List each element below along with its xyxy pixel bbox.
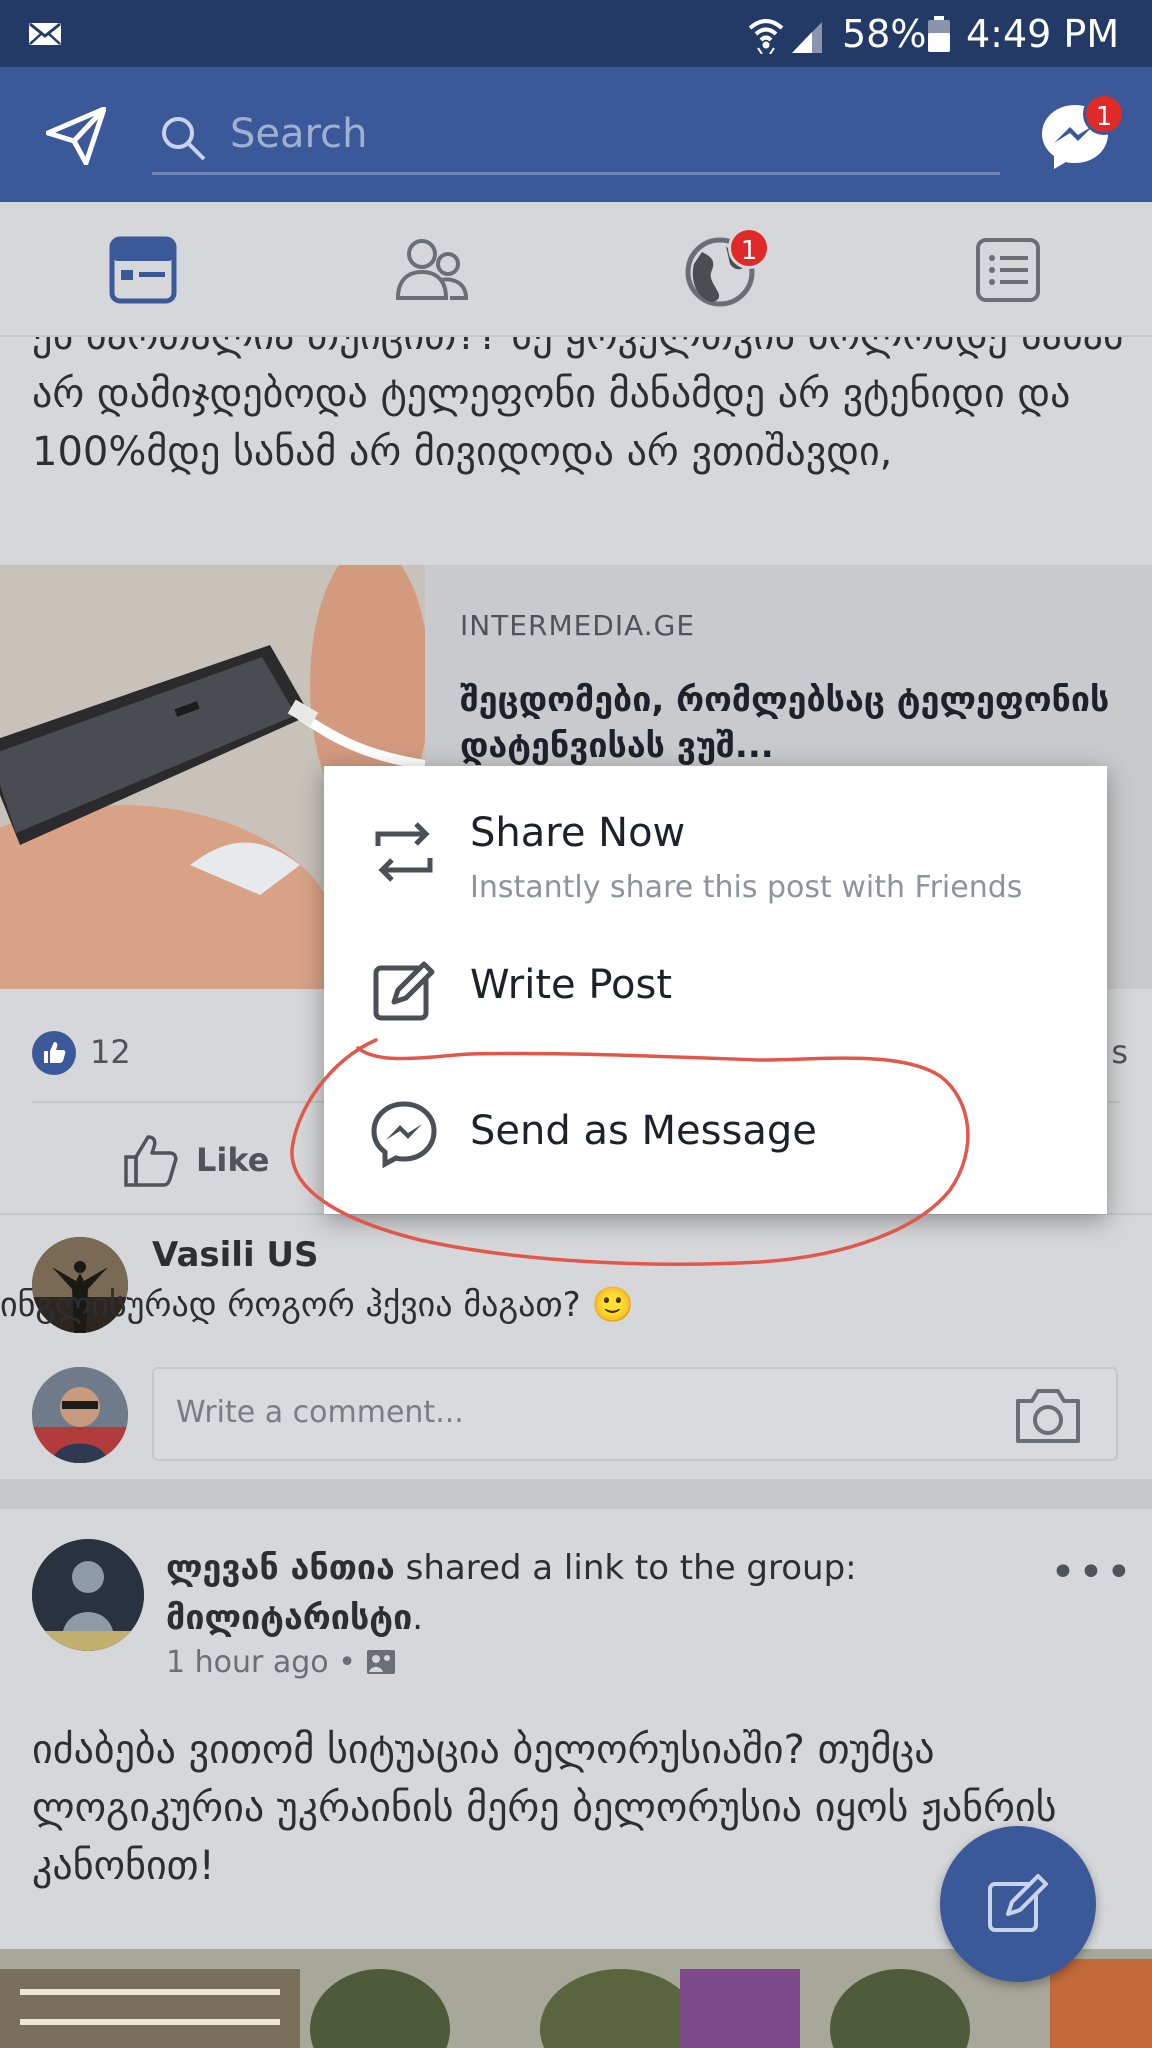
share-now-option[interactable]: Share Now Instantly share this post with… xyxy=(324,766,1107,922)
shares-count-fragment: s xyxy=(1111,1033,1128,1071)
comment: Vasili US ინგლისურად როგორ ჰქვია მაგათ? … xyxy=(0,1235,1152,1347)
post-action-text: shared a link to the group: xyxy=(394,1548,857,1588)
status-bar: 58% 4:49 PM xyxy=(0,0,1152,67)
post-meta: 1 hour ago • xyxy=(166,1645,397,1680)
comment-placeholder: Write a comment... xyxy=(176,1395,464,1430)
feed-separator xyxy=(0,1479,1152,1509)
post-text: ეს ბაოთალია თუიცით?? მე ყოველთვის ბოლომდ… xyxy=(32,337,1124,475)
send-as-message-label: Send as Message xyxy=(470,1108,817,1154)
cell-signal-icon xyxy=(792,22,822,53)
tab-news-feed-icon[interactable] xyxy=(103,230,183,310)
battery-percentage: 58% xyxy=(842,12,927,56)
write-post-icon xyxy=(373,961,435,1021)
messenger-icon xyxy=(371,1101,437,1169)
post-header: ლევან ანთია shared a link to the group: … xyxy=(166,1548,857,1638)
clock: 4:49 PM xyxy=(966,12,1120,56)
wifi-icon xyxy=(748,19,784,54)
app-header: Search 1 xyxy=(0,67,1152,202)
write-post-label: Write Post xyxy=(470,962,673,1008)
messenger-badge: 1 xyxy=(1083,93,1125,135)
paper-plane-icon[interactable] xyxy=(46,107,106,165)
post-timestamp[interactable]: 1 hour ago xyxy=(166,1645,329,1680)
link-title: შეცდომები, რომლებსაც ტელეფონის დატენვისა… xyxy=(460,680,1110,766)
link-source: INTERMEDIA.GE xyxy=(460,609,696,642)
send-as-message-option[interactable]: Send as Message xyxy=(324,1054,1107,1214)
search-icon xyxy=(162,117,206,161)
tab-menu-icon[interactable] xyxy=(968,230,1048,310)
post-options-icon[interactable]: ••• xyxy=(1050,1547,1134,1598)
mail-notification-icon xyxy=(29,22,61,45)
comment-input[interactable]: Write a comment... xyxy=(152,1367,1118,1461)
like-thumb-icon[interactable] xyxy=(122,1131,180,1189)
tab-friends-icon[interactable] xyxy=(392,230,472,310)
smile-emoji: 🙂 xyxy=(591,1285,634,1325)
tab-bar: 1 xyxy=(0,202,1152,337)
search-input[interactable]: Search xyxy=(230,111,367,157)
likes-count: 12 xyxy=(90,1033,131,1071)
comment-composer: Write a comment... xyxy=(0,1367,1152,1477)
like-reaction-icon xyxy=(32,1031,76,1075)
group-link[interactable]: მილიტარისტი xyxy=(166,1598,412,1638)
share-now-label: Share Now xyxy=(470,810,686,856)
author-name[interactable]: ლევან ანთია xyxy=(166,1548,395,1588)
share-now-description: Instantly share this post with Friends xyxy=(470,870,1023,905)
notifications-badge: 1 xyxy=(728,227,770,269)
comment-text: ინგლისურად როგორ ჰქვია მაგათ? 🙂 xyxy=(0,1285,634,1325)
current-user-avatar xyxy=(32,1367,128,1463)
write-post-option[interactable]: Write Post xyxy=(324,922,1107,1054)
commenter-name[interactable]: Vasili US xyxy=(152,1235,319,1275)
camera-icon[interactable] xyxy=(1014,1385,1082,1445)
like-button[interactable]: Like xyxy=(196,1141,269,1179)
edit-pencil-icon xyxy=(988,1874,1048,1932)
meta-separator: • xyxy=(338,1645,356,1680)
search-bar[interactable]: Search xyxy=(152,97,1000,175)
author-avatar[interactable] xyxy=(32,1539,144,1651)
share-repost-icon xyxy=(375,822,433,882)
share-menu: Share Now Instantly share this post with… xyxy=(324,766,1107,1214)
group-privacy-icon xyxy=(367,1650,396,1674)
battery-icon xyxy=(928,16,950,52)
compose-post-button[interactable] xyxy=(940,1826,1096,1982)
